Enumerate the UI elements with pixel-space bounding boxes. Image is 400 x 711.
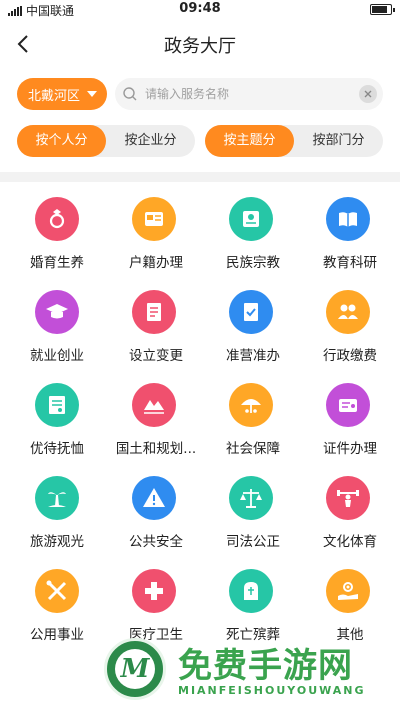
service-label: 婚育生养: [30, 255, 84, 271]
service-label: 户籍办理: [129, 255, 183, 271]
service-label: 民族宗教: [226, 255, 280, 271]
book-icon: [326, 197, 370, 241]
search-icon: [123, 87, 137, 101]
status-time: 09:48: [179, 1, 221, 16]
page-title: 政务大厅: [164, 36, 236, 57]
service-item[interactable]: 公共安全: [101, 476, 201, 566]
certificate-icon: [229, 197, 273, 241]
battery-icon: [370, 4, 395, 15]
service-label: 行政缴费: [323, 348, 377, 364]
service-item[interactable]: 教育科研: [295, 197, 395, 287]
category-toggle-left: 按个人分 按企业分: [17, 125, 195, 157]
form-icon: [35, 383, 79, 427]
clear-icon[interactable]: [359, 85, 377, 103]
service-item[interactable]: 婚育生养: [4, 197, 104, 287]
service-label: 国土和规划...: [115, 441, 197, 457]
service-label: 公共安全: [129, 534, 183, 550]
region-dropdown[interactable]: 北戴河区: [17, 78, 107, 110]
segment-theme[interactable]: 按主题分: [205, 125, 294, 157]
hand-gear-icon: [326, 569, 370, 613]
service-item[interactable]: 户籍办理: [101, 197, 201, 287]
watermark-letter: M: [120, 654, 150, 684]
license-icon: [326, 383, 370, 427]
service-item[interactable]: 行政缴费: [295, 290, 395, 380]
id-card-icon: [132, 197, 176, 241]
rings-icon: [35, 197, 79, 241]
umbrella-icon: [229, 383, 273, 427]
segment-personal[interactable]: 按个人分: [17, 125, 106, 157]
service-item[interactable]: 优待抚恤: [4, 383, 104, 473]
document-icon: [132, 290, 176, 334]
section-divider: [0, 172, 400, 182]
service-label: 就业创业: [30, 348, 84, 364]
people-icon: [326, 290, 370, 334]
service-label: 公用事业: [30, 627, 84, 643]
service-label: 文化体育: [323, 534, 377, 550]
service-label: 社会保障: [226, 441, 280, 457]
segment-enterprise[interactable]: 按企业分: [106, 125, 195, 157]
service-label: 司法公正: [226, 534, 280, 550]
search-input[interactable]: [145, 78, 345, 110]
caret-down-icon: [87, 91, 97, 97]
service-item[interactable]: 民族宗教: [198, 197, 298, 287]
service-label: 设立变更: [129, 348, 183, 364]
tools-icon: [35, 569, 79, 613]
watermark-logo: M: [104, 638, 166, 700]
segment-department[interactable]: 按部门分: [294, 125, 383, 157]
warning-icon: [132, 476, 176, 520]
weightlifting-icon: [326, 476, 370, 520]
search-box: [115, 78, 383, 110]
battery-fill: [372, 6, 388, 13]
service-item[interactable]: 司法公正: [198, 476, 298, 566]
service-item[interactable]: 就业创业: [4, 290, 104, 380]
scales-icon: [229, 476, 273, 520]
graduation-cap-icon: [35, 290, 79, 334]
service-item[interactable]: 社会保障: [198, 383, 298, 473]
region-label: 北戴河区: [28, 88, 81, 104]
checked-document-icon: [229, 290, 273, 334]
watermark-subtitle: MIANFEISHOUYOUWANG: [178, 684, 366, 697]
medical-cross-icon: [132, 569, 176, 613]
watermark: M 免费手游网 MIANFEISHOUYOUWANG: [100, 636, 400, 711]
service-label: 准营准办: [226, 348, 280, 364]
service-item[interactable]: 文化体育: [295, 476, 395, 566]
search-row: 北戴河区: [17, 78, 383, 110]
service-item[interactable]: 国土和规划...: [101, 383, 201, 473]
service-item[interactable]: 证件办理: [295, 383, 395, 473]
service-item[interactable]: 设立变更: [101, 290, 201, 380]
nav-bar: 政务大厅: [0, 24, 400, 64]
service-label: 证件办理: [323, 441, 377, 457]
category-toggle-right: 按主题分 按部门分: [205, 125, 383, 157]
service-item[interactable]: 准营准办: [198, 290, 298, 380]
service-label: 优待抚恤: [30, 441, 84, 457]
status-bar: 中国联通 09:48: [0, 0, 400, 20]
watermark-title: 免费手游网: [178, 646, 353, 686]
palm-tree-icon: [35, 476, 79, 520]
land-icon: [132, 383, 176, 427]
service-item[interactable]: 旅游观光: [4, 476, 104, 566]
service-label: 教育科研: [323, 255, 377, 271]
tombstone-icon: [229, 569, 273, 613]
service-label: 旅游观光: [30, 534, 84, 550]
service-item[interactable]: 公用事业: [4, 569, 104, 659]
